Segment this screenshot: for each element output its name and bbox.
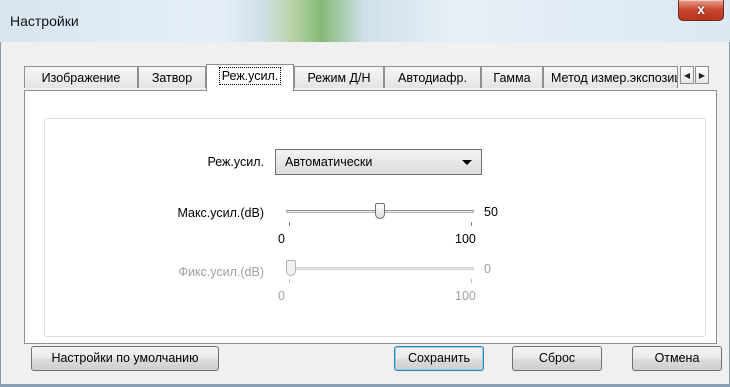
max-gain-max-label: 100	[455, 232, 476, 246]
tab-shutter[interactable]: Затвор	[138, 66, 206, 88]
tab-auto-iris[interactable]: Автодиафр.	[384, 66, 481, 88]
window-title: Настройки	[10, 13, 79, 29]
fixed-gain-slider-thumb	[286, 260, 296, 276]
gain-mode-dropdown[interactable]: Автоматически	[275, 149, 482, 175]
slider-tick	[471, 222, 472, 226]
gain-mode-value: Автоматически	[285, 155, 373, 169]
chevron-down-icon	[462, 160, 472, 165]
title-bar[interactable]: Настройки x	[0, 0, 730, 42]
reset-button[interactable]: Сброс	[512, 346, 602, 371]
tab-label: Реж.усил.	[218, 67, 282, 85]
tab-gain-mode[interactable]: Реж.усил.	[206, 64, 294, 91]
save-button[interactable]: Сохранить	[394, 346, 484, 371]
max-gain-slider-thumb[interactable]	[375, 203, 385, 219]
close-button[interactable]: x	[678, 0, 724, 21]
slider-tick	[289, 279, 290, 283]
tab-label: Изображение	[41, 71, 121, 85]
tab-strip: Изображение Затвор Реж.усил. Режим Д/Н А…	[24, 64, 714, 91]
slider-tick	[289, 222, 290, 226]
fixed-gain-value: 0	[484, 262, 491, 276]
tab-label: Автодиафр.	[398, 71, 467, 85]
fixed-gain-max-label: 100	[455, 289, 476, 303]
fixed-gain-min-label: 0	[278, 289, 285, 303]
slider-tick	[471, 279, 472, 283]
tab-gamma[interactable]: Гамма	[481, 66, 543, 88]
tab-metering-method[interactable]: Метод измер.экспозиции	[543, 66, 678, 88]
settings-window: Настройки x Изображение Затвор Реж.усил.…	[0, 0, 730, 387]
max-gain-label: Макс.усил.(dB)	[177, 206, 264, 220]
tab-label: Затвор	[151, 71, 193, 85]
gain-mode-label: Реж.усил.	[207, 155, 264, 169]
tab-label: Режим Д/Н	[307, 71, 371, 85]
tab-scroll-left-button[interactable]: ◀	[680, 66, 694, 84]
fixed-gain-slider-track	[286, 267, 474, 270]
tab-label: Гамма	[493, 71, 531, 85]
tab-image[interactable]: Изображение	[24, 66, 138, 88]
tab-day-night[interactable]: Режим Д/Н	[294, 66, 384, 88]
chevron-right-icon: ▶	[698, 71, 706, 80]
max-gain-min-label: 0	[278, 232, 285, 246]
restore-defaults-button[interactable]: Настройки по умолчанию	[31, 346, 219, 371]
fixed-gain-label: Фикс.усил.(dB)	[178, 265, 264, 279]
tab-label: Метод измер.экспозиции	[551, 71, 677, 85]
max-gain-value: 50	[484, 205, 498, 219]
cancel-button[interactable]: Отмена	[632, 346, 722, 371]
tab-scroll-right-button[interactable]: ▶	[695, 66, 709, 84]
close-icon: x	[697, 1, 705, 17]
chevron-left-icon: ◀	[683, 71, 691, 80]
